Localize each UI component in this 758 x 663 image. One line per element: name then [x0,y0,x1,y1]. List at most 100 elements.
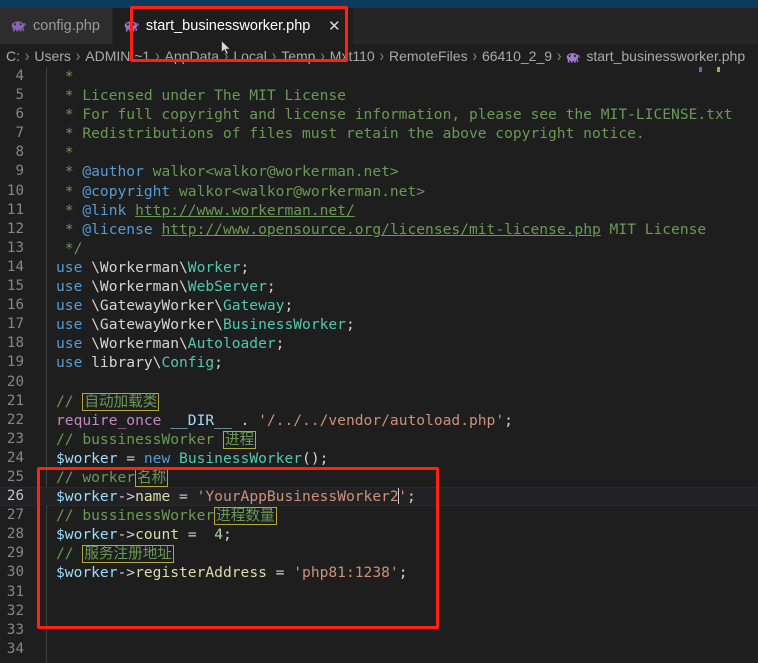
line-number: 6 [15,106,24,123]
line-number: 31 [6,583,24,600]
line-number: 32 [6,602,24,619]
code-line-34[interactable]: 34 [0,640,758,659]
tab-config-php[interactable]: config.php [0,8,113,44]
line-number: 30 [6,564,24,581]
line-number: 16 [6,297,24,314]
code-line-24[interactable]: 24 $worker = new BusinessWorker(); [0,449,758,468]
line-number: 21 [6,392,24,409]
line-content: // bussinessWorker 进程 [56,430,257,449]
line-content: * [56,68,74,85]
line-number: 11 [6,201,24,218]
line-content: * For full copyright and license informa… [56,106,733,124]
line-content: $worker->count = 4; [56,526,232,544]
code-line-20[interactable]: 20 [0,373,758,392]
breadcrumb-separator-icon: › [25,46,30,65]
line-number: 15 [6,278,24,295]
code-line-17[interactable]: 17 use \GatewayWorker\BusinessWorker; [0,315,758,334]
line-number: 9 [15,163,24,180]
code-line-11[interactable]: 11 * @link http://www.workerman.net/ [0,201,758,220]
tab-label: config.php [33,17,100,34]
breadcrumb-item-file[interactable]: start_businessworker.php [564,48,747,64]
breadcrumb-item-users[interactable]: Users [32,48,73,64]
line-content: * @link http://www.workerman.net/ [56,201,355,219]
breadcrumb-item-mxt110[interactable]: Mxt110 [328,48,377,64]
line-number: 8 [15,144,24,161]
code-lines: 4 * 5 * Licensed under The MIT License 6… [0,67,758,659]
breadcrumb-item-appdata[interactable]: AppData [163,48,221,64]
breadcrumb-separator-icon: › [155,46,160,65]
tab-start-businessworker-php[interactable]: start_businessworker.php ✕ [112,8,355,44]
line-number: 29 [6,545,24,562]
line-number: 19 [6,354,24,371]
code-line-32[interactable]: 32 [0,602,758,621]
code-line-28[interactable]: 28 $worker->count = 4; [0,525,758,544]
breadcrumb-separator-icon: › [379,46,384,65]
breadcrumb-item-folder[interactable]: 66410_2_9 [480,48,554,64]
code-line-9[interactable]: 9 * @author walkor<walkor@workerman.net> [0,162,758,181]
line-content: // bussinessWorker 进程数量 [56,507,277,526]
code-line-10[interactable]: 10 * @copyright walkor<walkor@workerman.… [0,182,758,201]
code-line-12[interactable]: 12 * @license http://www.opensource.org/… [0,220,758,239]
code-line-19[interactable]: 19 use library\Config; [0,353,758,372]
code-line-23[interactable]: 23 // bussinessWorker 进程 [0,430,758,449]
code-line-29[interactable]: 29 // 服务注册地址 [0,544,758,564]
code-editor[interactable]: 4 * 5 * Licensed under The MIT License 6… [0,67,758,663]
line-number: 23 [6,430,24,447]
code-line-16[interactable]: 16 use \GatewayWorker\Gateway; [0,296,758,315]
line-content: require_once __DIR__ . '/../../vendor/au… [56,411,513,429]
line-number: 17 [6,316,24,333]
breadcrumb-item-drive[interactable]: C: [4,48,22,64]
code-line-13[interactable]: 13 */ [0,239,758,258]
code-line-18[interactable]: 18 use \Workerman\Autoloader; [0,334,758,353]
breadcrumb-item-remotefiles[interactable]: RemoteFiles [387,48,470,64]
cjk-highlight: 服务注册地址 [82,545,174,564]
code-line-15[interactable]: 15 use \Workerman\WebServer; [0,277,758,296]
line-content: * Redistributions of files must retain t… [56,125,645,143]
code-line-7[interactable]: 7 * Redistributions of files must retain… [0,124,758,143]
code-line-31[interactable]: 31 [0,583,758,602]
line-number: 24 [6,449,24,466]
breadcrumb-separator-icon: › [271,46,277,65]
breadcrumb-item-temp[interactable]: Temp [279,48,317,64]
line-number: 33 [6,621,24,638]
tab-label: start_businessworker.php [145,17,311,34]
code-line-27[interactable]: 27 // bussinessWorker 进程数量 [0,506,758,526]
php-elephant-icon [11,20,26,32]
cjk-highlight: 进程 [222,430,257,449]
breadcrumb-item-admini[interactable]: ADMINI~1 [83,48,152,64]
line-content: use library\Config; [56,354,223,372]
line-content: use \Workerman\Autoloader; [56,335,285,353]
code-line-14[interactable]: 14 use \Workerman\Worker; [0,258,758,277]
line-number: 13 [6,239,24,256]
line-content: * @author walkor<walkor@workerman.net> [56,163,399,181]
php-elephant-icon [124,20,139,32]
code-line-30[interactable]: 30 $worker->registerAddress = 'php81:123… [0,563,758,582]
line-content: * Licensed under The MIT License [56,87,346,105]
code-line-22[interactable]: 22 require_once __DIR__ . '/../../vendor… [0,411,758,430]
code-line-4[interactable]: 4 * [0,67,758,86]
code-line-6[interactable]: 6 * For full copyright and license infor… [0,105,758,124]
line-number: 4 [15,68,24,84]
breadcrumb-item-local[interactable]: Local [231,48,268,64]
line-content: // 服务注册地址 [56,545,174,564]
code-line-25[interactable]: 25 // worker 名称 [0,468,758,487]
line-content: use \Workerman\Worker; [56,258,250,276]
code-line-21[interactable]: 21 // 自动加载类 [0,392,758,411]
editor-tab-bar: config.php start_businessworker.php ✕ [0,8,758,44]
line-number: 25 [6,468,24,485]
code-line-33[interactable]: 33 [0,621,758,640]
line-number: 22 [6,411,24,428]
line-content: // worker 名称 [56,468,169,487]
breadcrumb: C: › Users › ADMINI~1 › AppData › Local … [0,44,758,67]
breadcrumb-file-label: start_businessworker.php [586,47,746,64]
close-icon[interactable]: ✕ [327,19,341,34]
line-number: 7 [15,125,24,142]
line-number: 26 [6,488,24,505]
breadcrumb-separator-icon: › [75,46,81,65]
code-line-5[interactable]: 5 * Licensed under The MIT License [0,86,758,105]
code-line-26[interactable]: 26 $worker->name = 'YourAppBusinessWorke… [0,487,758,507]
window-title-strip [0,0,758,8]
line-number: 12 [6,220,24,237]
line-number: 27 [6,507,24,524]
code-line-8[interactable]: 8 * [0,143,758,162]
